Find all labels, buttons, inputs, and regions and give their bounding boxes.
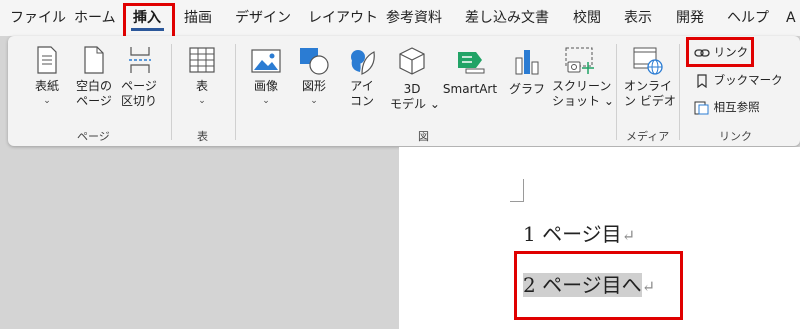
cover-page-icon [37,46,57,74]
paragraph-mark: ↵ [621,226,636,245]
page-break-button[interactable]: ページ 区切り [118,46,160,120]
online-video-icon [633,47,663,75]
tab-file[interactable]: ファイル [10,0,66,36]
document-paragraph[interactable]: 1 ページ目↵ [523,218,635,247]
group-label-pages: ページ [77,130,110,143]
smartart-icon [458,52,485,74]
tab-home[interactable]: ホーム [74,0,116,36]
icons-button[interactable]: アイ コン [344,46,380,120]
cube-icon [399,47,425,75]
tab-draw[interactable]: 描画 [184,0,212,36]
bookmark-button[interactable]: ブックマーク [694,72,783,88]
screenshot-icon [565,47,594,74]
bookmark-icon [697,73,707,88]
tab-design[interactable]: デザイン [235,0,291,36]
group-separator [679,44,680,140]
tab-help[interactable]: ヘルプ [727,0,769,36]
link-highlight-box [686,37,754,67]
tab-mailings[interactable]: 差し込み文書 [465,0,549,36]
cross-reference-button[interactable]: 相互参照 [694,99,760,115]
icons-icon [351,50,375,75]
ribbon-tab-bar: ファイル ホーム 挿入 描画 デザイン レイアウト 参考資料 差し込み文書 校閲… [0,0,800,36]
picture-icon [251,49,281,73]
tab-references[interactable]: 参考資料 [386,0,442,36]
group-label-tables: 表 [197,130,208,143]
group-separator [616,44,617,140]
chart-button[interactable]: グラフ [508,46,546,120]
bar-chart-icon [515,50,539,75]
tab-layout[interactable]: レイアウト [308,0,378,36]
selected-text-highlight-box [514,251,683,320]
margin-corner-mark [523,179,524,201]
cross-reference-icon [694,101,709,114]
tab-more[interactable]: A [786,0,796,36]
blank-page-icon [84,46,104,74]
shapes-icon [300,48,329,75]
picture-button[interactable]: 画像 ⌄ [248,46,284,120]
tab-developer[interactable]: 開発 [676,0,704,36]
table-icon [189,47,215,73]
group-separator [171,44,172,140]
group-label-media: メディア [626,130,670,143]
tab-review[interactable]: 校閲 [573,0,601,36]
shapes-button[interactable]: 図形 ⌄ [296,46,332,120]
screenshot-button[interactable]: スクリーン ショット ⌄ [552,46,614,120]
group-label-illustrations: 図 [418,130,429,143]
group-separator [235,44,236,140]
margin-corner-mark [510,201,524,202]
3d-models-button[interactable]: 3D モデル ⌄ [390,46,440,120]
page-break-icon [129,47,151,73]
blank-page-button[interactable]: 空白の ページ [74,46,114,120]
online-video-button[interactable]: オンライ ン ビデオ [624,46,676,120]
group-label-links: リンク [719,130,752,143]
table-button[interactable]: 表 ⌄ [184,46,220,120]
tab-view[interactable]: 表示 [624,0,652,36]
smartart-button[interactable]: SmartArt [438,46,502,120]
cover-page-button[interactable]: 表紙 ⌄ [30,46,64,120]
